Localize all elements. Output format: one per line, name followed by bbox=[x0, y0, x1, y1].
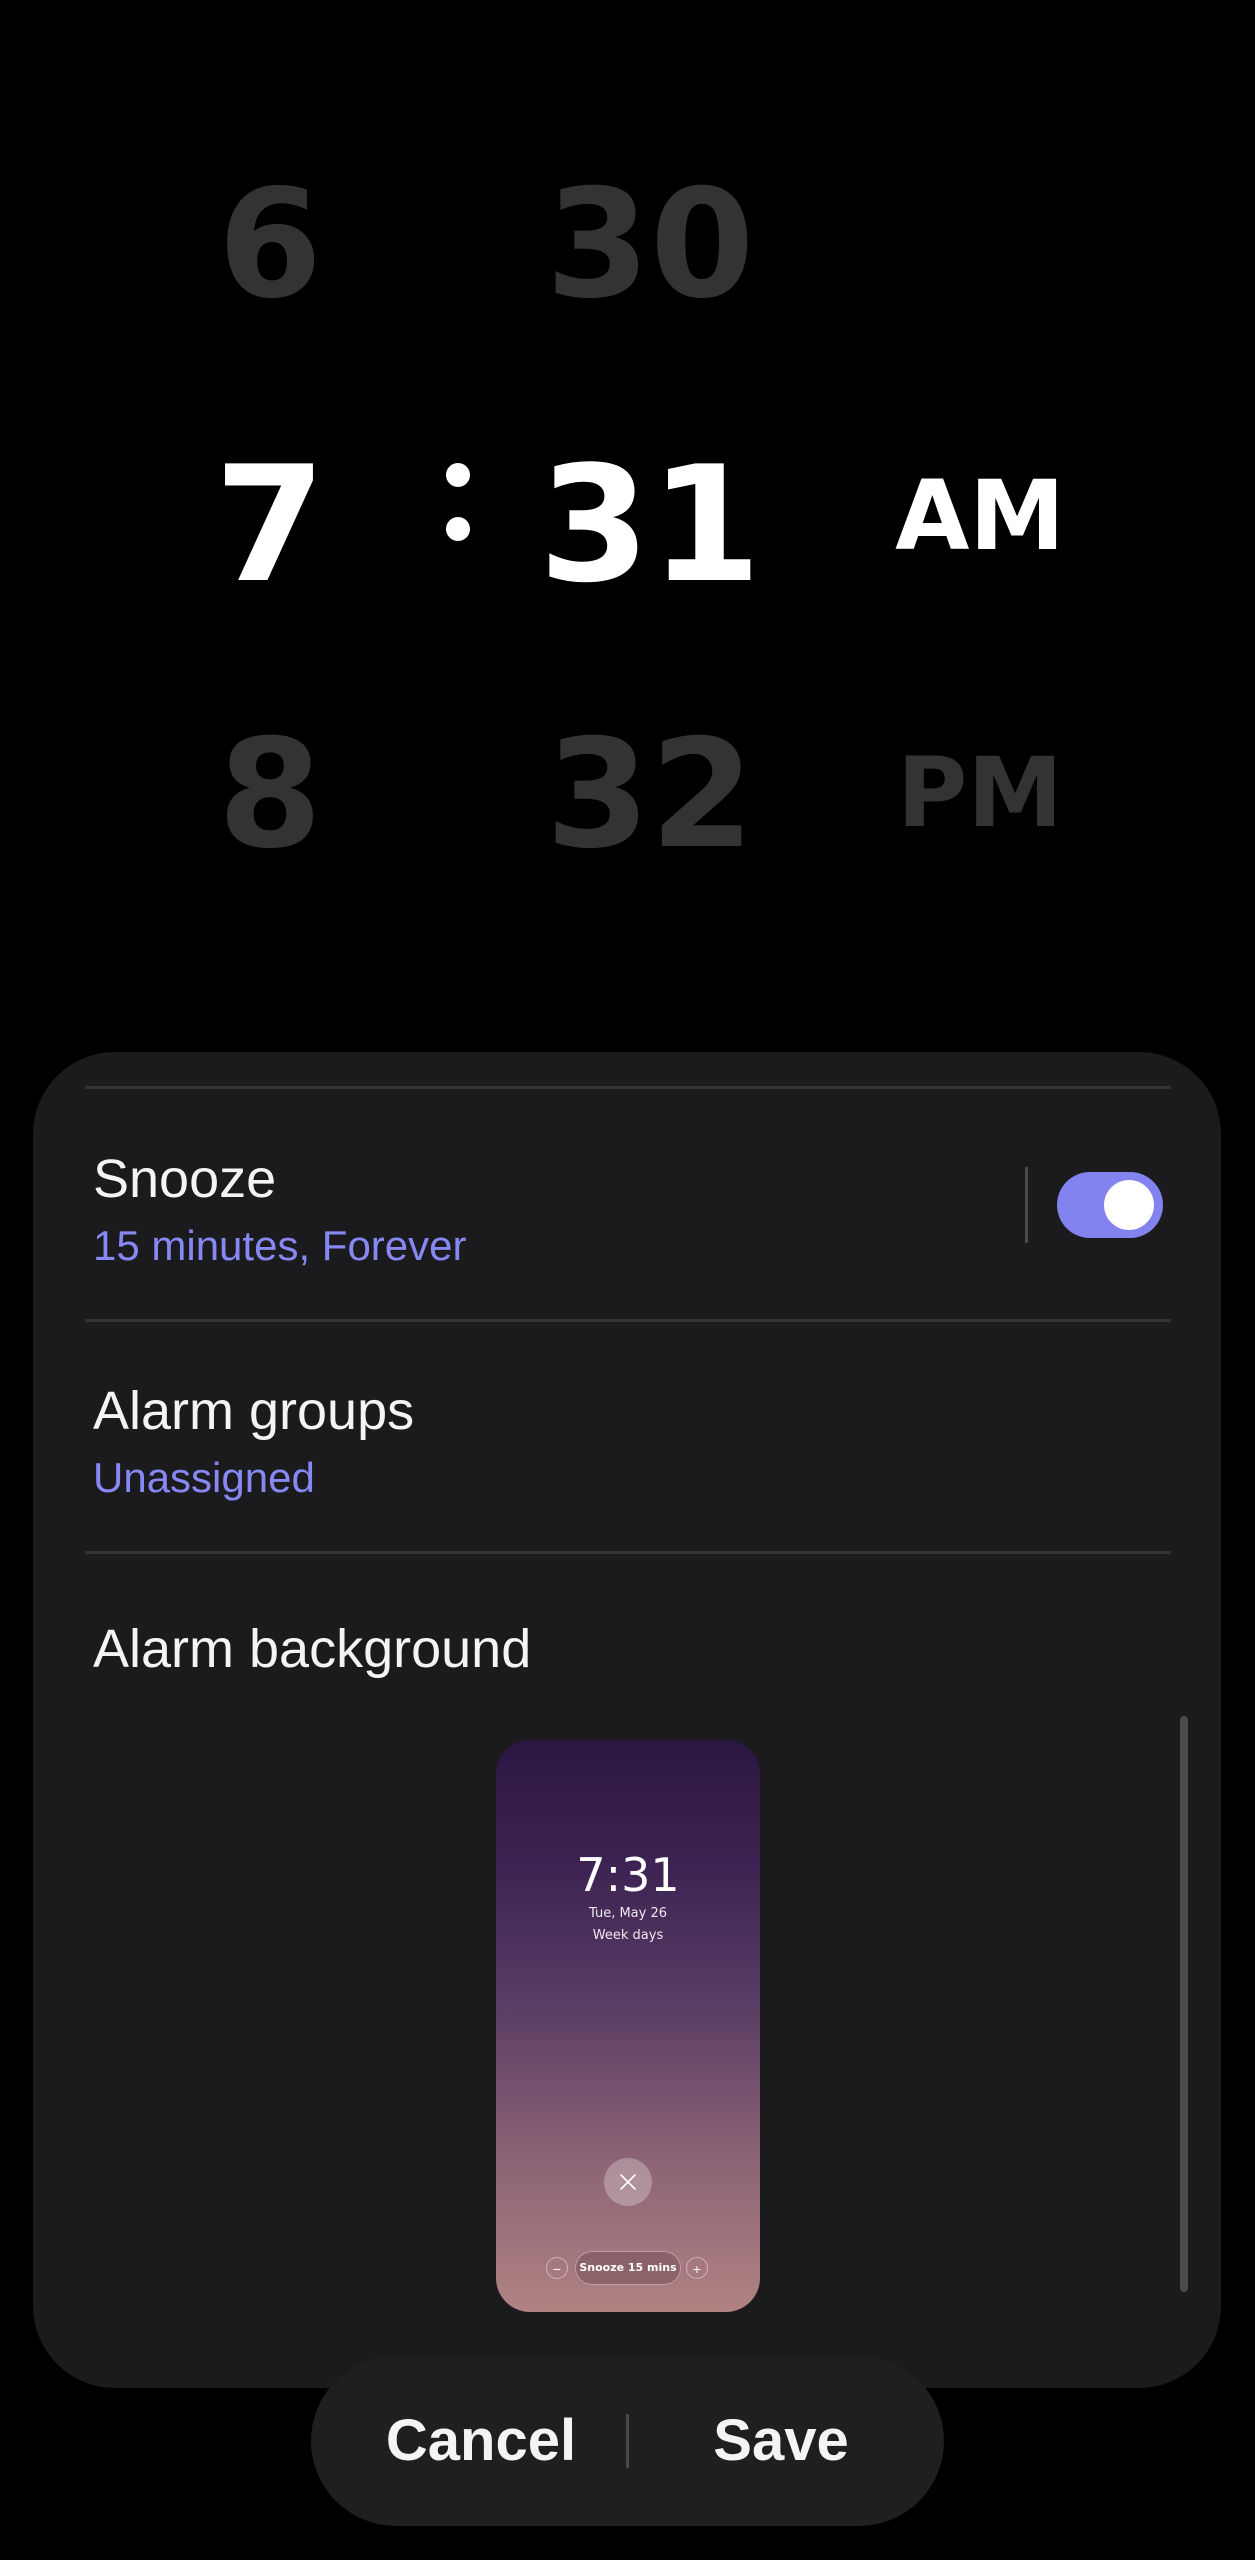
save-button[interactable]: Save bbox=[656, 2356, 906, 2526]
minute-current[interactable]: 31 bbox=[530, 445, 770, 605]
minute-next[interactable]: 32 bbox=[530, 720, 770, 870]
period-current[interactable]: AM bbox=[880, 468, 1080, 564]
hour-next[interactable]: 8 bbox=[170, 720, 370, 870]
time-separator bbox=[446, 455, 470, 545]
snooze-separator bbox=[1025, 1167, 1028, 1243]
snooze-toggle[interactable] bbox=[1057, 1172, 1163, 1238]
time-picker[interactable]: 6 7 8 30 31 32 AM PM bbox=[0, 0, 1255, 1000]
action-bar: Cancel Save bbox=[311, 2356, 944, 2526]
preview-date: Tue, May 26 bbox=[588, 1906, 668, 1921]
preview-snooze-pill: Snooze 15 mins bbox=[575, 2251, 681, 2285]
preview-minus-icon: − bbox=[546, 2257, 568, 2279]
scrollbar[interactable] bbox=[1180, 1716, 1188, 2292]
toggle-knob bbox=[1104, 1180, 1154, 1230]
snooze-title: Snooze bbox=[93, 1149, 277, 1209]
snooze-subtitle: 15 minutes, Forever bbox=[93, 1222, 467, 1269]
preview-time: 7:31 bbox=[576, 1848, 680, 1902]
minute-prev[interactable]: 30 bbox=[530, 170, 770, 320]
alarm-groups-subtitle: Unassigned bbox=[93, 1454, 315, 1501]
divider bbox=[85, 1319, 1171, 1322]
divider bbox=[85, 1086, 1171, 1089]
alarm-background-title: Alarm background bbox=[93, 1619, 532, 1679]
action-separator bbox=[626, 2414, 629, 2468]
hour-current[interactable]: 7 bbox=[170, 445, 370, 605]
preview-repeat: Week days bbox=[592, 1928, 664, 1943]
cancel-button[interactable]: Cancel bbox=[351, 2356, 611, 2526]
alarm-settings-sheet[interactable]: Snooze 15 minutes, Forever Alarm groups … bbox=[33, 1052, 1221, 2388]
period-next[interactable]: PM bbox=[880, 745, 1080, 841]
hour-prev[interactable]: 6 bbox=[170, 170, 370, 320]
preview-plus-icon: + bbox=[686, 2257, 708, 2279]
divider bbox=[85, 1551, 1171, 1554]
alarm-background-preview[interactable]: 7:31 Tue, May 26 Week days − Snooze 15 m… bbox=[496, 1740, 760, 2312]
preview-dismiss-icon bbox=[604, 2158, 652, 2206]
alarm-groups-title: Alarm groups bbox=[93, 1381, 415, 1441]
